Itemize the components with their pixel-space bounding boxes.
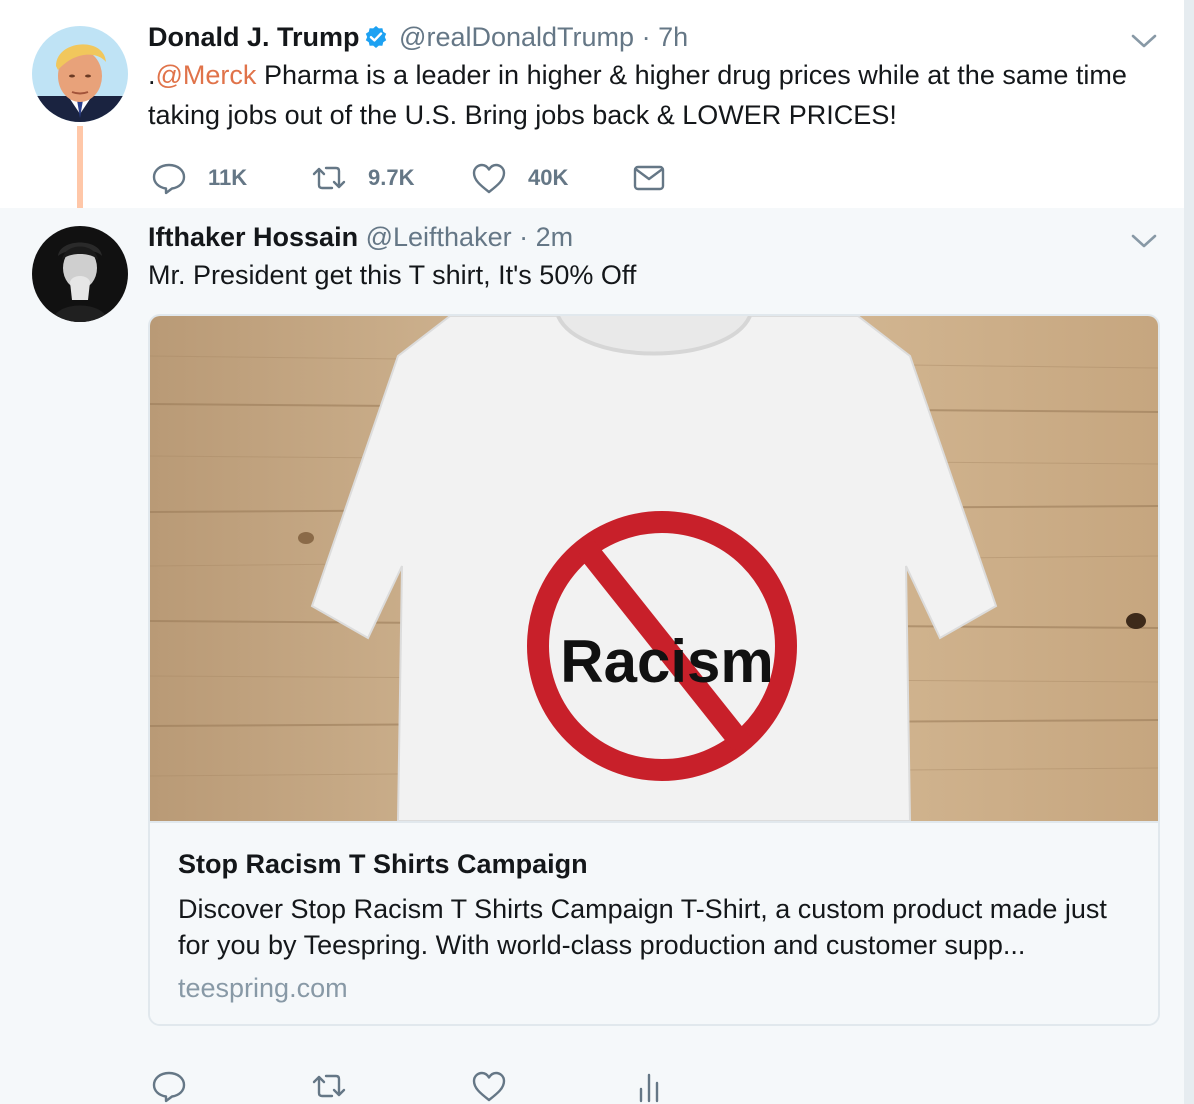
text-prefix: . <box>148 60 156 90</box>
avatar-ifthaker[interactable] <box>32 226 128 322</box>
link-preview-card[interactable]: Racism Stop Racism T Shirts Campaign Dis… <box>148 314 1160 1026</box>
reply-button[interactable]: 11K <box>150 158 247 198</box>
retweet-button[interactable]: 9.7K <box>310 158 414 198</box>
page-edge <box>1184 0 1194 1104</box>
direct-message-button[interactable] <box>630 158 668 198</box>
direct-message-icon <box>633 165 665 191</box>
tweet-reply[interactable]: Ifthaker Hossain @Leifthaker · 2m Mr. Pr… <box>0 208 1194 1104</box>
tweet-trump[interactable]: Donald J. Trump @realDonaldTrump · 7h .@… <box>0 0 1194 222</box>
reply-button[interactable] <box>150 1066 188 1104</box>
analytics-icon <box>639 1073 659 1103</box>
tweet-header: Ifthaker Hossain @Leifthaker · 2m <box>148 220 573 254</box>
like-count: 40K <box>528 165 569 190</box>
chevron-down-icon[interactable] <box>1130 32 1158 50</box>
card-title[interactable]: Stop Racism T Shirts Campaign <box>178 849 588 880</box>
chevron-down-icon[interactable] <box>1130 232 1158 250</box>
display-name[interactable]: Ifthaker Hossain <box>148 222 358 252</box>
user-handle[interactable]: @realDonaldTrump <box>399 22 634 52</box>
reply-icon <box>152 1071 186 1103</box>
tweet-text: .@Merck Pharma is a leader in higher & h… <box>148 55 1148 135</box>
like-button[interactable]: 40K <box>470 158 568 198</box>
retweet-icon <box>312 166 346 190</box>
tweet-body: Pharma is a leader in higher & higher dr… <box>148 60 1127 130</box>
mention-link[interactable]: @Merck <box>156 60 257 90</box>
timestamp[interactable]: 2m <box>536 222 574 252</box>
verified-badge-icon <box>364 23 388 48</box>
tweet-header: Donald J. Trump @realDonaldTrump · 7h <box>148 20 688 54</box>
separator-dot: · <box>641 22 651 52</box>
reply-icon <box>152 163 186 195</box>
card-domain[interactable]: teespring.com <box>178 973 348 1004</box>
reply-count: 11K <box>208 165 248 190</box>
timestamp[interactable]: 7h <box>658 22 688 52</box>
avatar-trump[interactable] <box>32 26 128 122</box>
image-racism-text: Racism <box>560 628 773 695</box>
like-icon <box>472 163 506 194</box>
like-button[interactable] <box>470 1066 508 1104</box>
display-name[interactable]: Donald J. Trump <box>148 22 360 52</box>
retweet-icon <box>312 1074 346 1098</box>
separator-dot: · <box>519 222 529 252</box>
card-description: Discover Stop Racism T Shirts Campaign T… <box>178 894 1107 960</box>
card-body[interactable]: Stop Racism T Shirts Campaign Discover S… <box>150 821 1158 1024</box>
tshirt-image[interactable]: Racism <box>150 316 1158 821</box>
user-handle[interactable]: @Leifthaker <box>366 222 512 252</box>
retweet-count: 9.7K <box>368 165 415 190</box>
analytics-button[interactable] <box>630 1066 668 1104</box>
tweet-text: Mr. President get this T shirt, It's 50%… <box>148 260 637 290</box>
retweet-button[interactable] <box>310 1066 348 1104</box>
like-icon <box>472 1071 506 1102</box>
